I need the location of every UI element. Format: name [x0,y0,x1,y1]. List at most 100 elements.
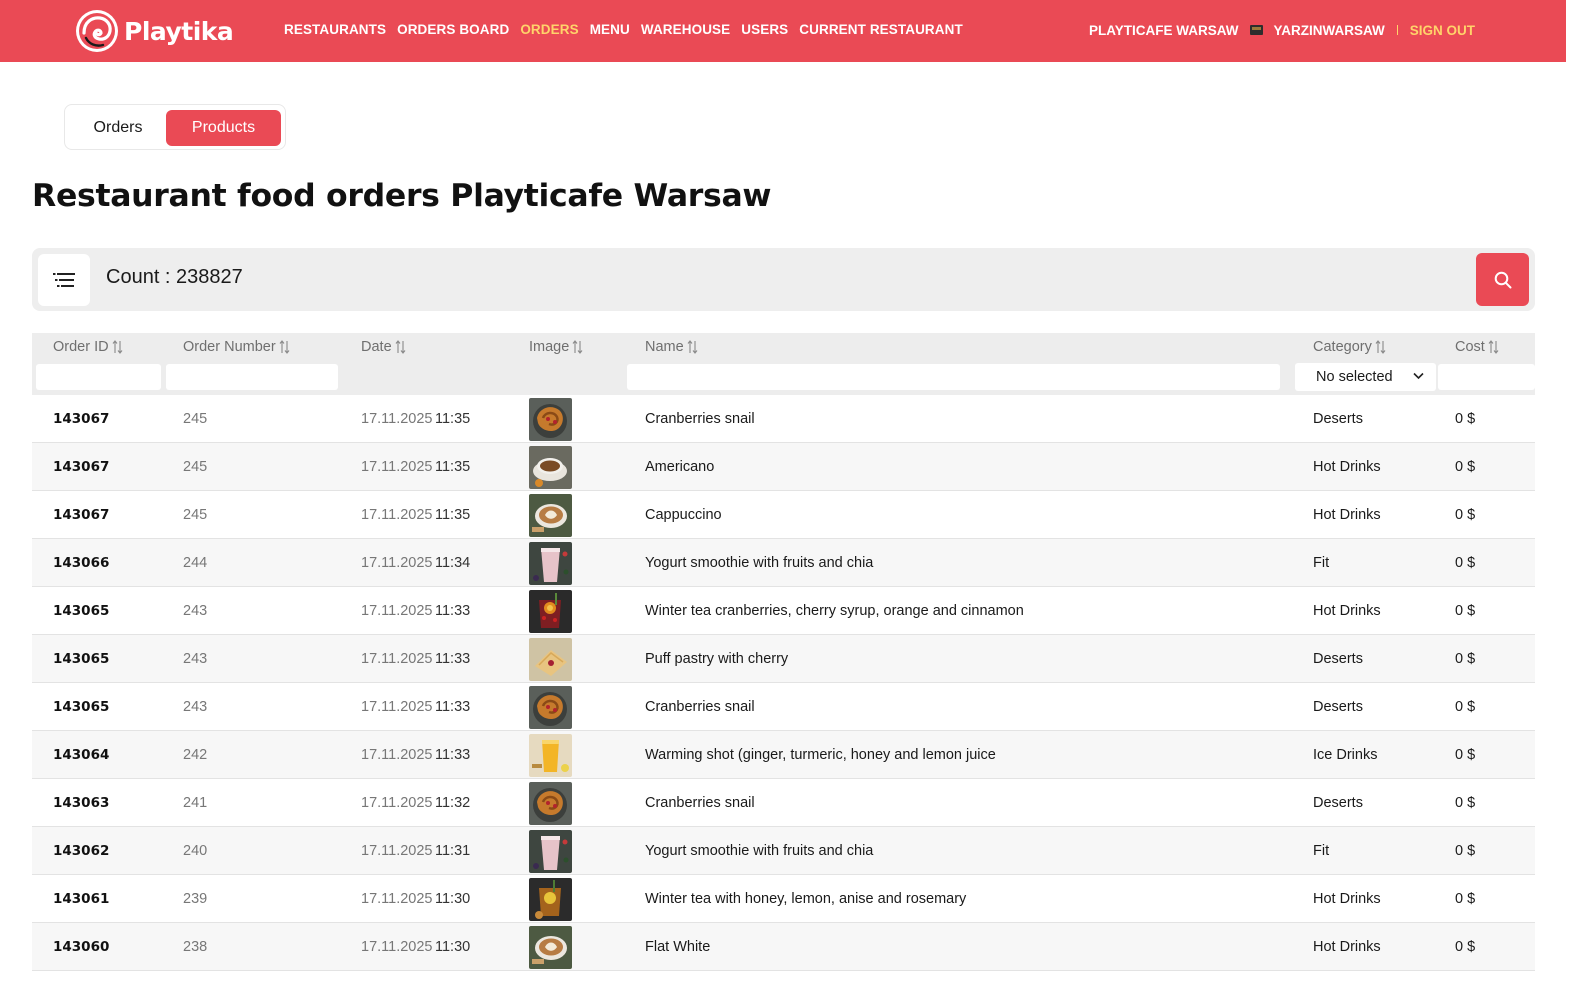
column-label: Category [1313,339,1372,355]
order-id-cell: 143064 [53,747,110,763]
date-cell: 17.11.2025 [361,411,433,427]
order-number-cell: 243 [183,651,208,667]
date-cell: 17.11.2025 [361,459,433,475]
column-header-date[interactable]: Date [361,339,406,355]
divider [1396,25,1398,35]
time-cell: 11:33 [435,603,471,619]
table-row[interactable]: 143061 239 17.11.2025 11:30 Winter tea with … [32,875,1535,923]
table-row[interactable]: 143060 238 17.11.2025 11:30 Flat White Hot Dr… [32,923,1535,971]
category-filter-value: No selected [1316,369,1393,385]
column-header-order-number[interactable]: Order Number [183,339,290,355]
results-count: Count : 238827 [106,266,243,288]
product-thumbnail[interactable] [529,541,572,585]
table-row[interactable]: 143065 243 17.11.2025 11:33 Cranberries snai… [32,683,1535,731]
page-title: Restaurant food orders Playticafe Warsaw [32,178,772,214]
nav-current-restaurant[interactable]: CURRENT RESTAURANT [799,22,963,37]
product-thumbnail[interactable] [529,637,572,681]
category-cell: Fit [1313,843,1330,859]
product-thumbnail[interactable] [529,733,572,777]
product-thumbnail[interactable] [529,781,572,825]
product-thumbnail[interactable] [529,829,572,873]
table-row[interactable]: 143067 245 17.11.2025 11:35 Cappuccino Hot Dr… [32,491,1535,539]
product-thumbnail[interactable] [529,445,572,489]
column-header-name[interactable]: Name [645,339,698,355]
table-row[interactable]: 143066 244 17.11.2025 11:34 Yogurt smoothie … [32,539,1535,587]
product-image-cell [529,779,572,827]
product-thumbnail[interactable] [529,589,572,633]
table-row[interactable]: 143067 245 17.11.2025 11:35 Cranberries snai… [32,395,1535,443]
order-id-cell: 143066 [53,555,110,571]
product-image-cell [529,635,572,683]
cost-filter-input[interactable] [1438,364,1535,390]
filter-toggle-button[interactable] [38,254,90,306]
nav-users[interactable]: USERS [741,22,788,37]
column-label: Date [361,339,392,355]
date-cell: 17.11.2025 [361,747,433,763]
product-image-cell [529,731,572,779]
table-row[interactable]: 143062 240 17.11.2025 11:31 Yogurt smoothie … [32,827,1535,875]
nav-orders-board[interactable]: ORDERS BOARD [397,22,509,37]
category-cell: Deserts [1313,699,1363,715]
product-name-cell: Puff pastry with cherry [645,651,789,667]
category-filter-select[interactable]: No selected [1295,363,1436,391]
playtika-logo[interactable]: Playtika [74,8,234,54]
order-id-cell: 143065 [53,699,110,715]
product-thumbnail[interactable] [529,877,572,921]
category-cell: Ice Drinks [1313,747,1378,763]
product-thumbnail[interactable] [529,493,572,537]
cost-cell: 0 $ [1455,795,1476,811]
product-name-cell: Winter tea cranberries, cherry syrup, or… [645,603,1024,619]
nav-orders[interactable]: ORDERS [520,22,578,37]
order-id-cell: 143060 [53,939,110,955]
toggle-products[interactable]: Products [166,110,281,146]
column-header-category[interactable]: Category [1313,339,1386,355]
nav-menu[interactable]: MENU [590,22,630,37]
date-cell: 17.11.2025 [361,651,433,667]
table-row[interactable]: 143064 242 17.11.2025 11:33 Warming shot (gi… [32,731,1535,779]
order-number-filter-input[interactable] [166,364,338,390]
sort-icon [279,340,290,354]
order-id-cell: 143062 [53,843,110,859]
column-label: Image [529,339,570,355]
table-row[interactable]: 143067 245 17.11.2025 11:35 Americano Hot Dri… [32,443,1535,491]
column-label: Name [645,339,684,355]
category-cell: Fit [1313,555,1330,571]
product-thumbnail[interactable] [529,685,572,729]
time-cell: 11:35 [435,507,471,523]
category-cell: Deserts [1313,651,1363,667]
order-id-filter-input[interactable] [36,364,161,390]
column-header-order-id[interactable]: Order ID [53,339,123,355]
filter-list-icon [53,273,75,287]
sort-icon [687,340,698,354]
time-cell: 11:31 [435,843,471,859]
table-row[interactable]: 143065 243 17.11.2025 11:33 Puff pastry with… [32,635,1535,683]
table-row[interactable]: 143065 243 17.11.2025 11:33 Winter tea cranb… [32,587,1535,635]
current-restaurant-name: PLAYTICAFE WARSAW [1089,22,1239,38]
order-number-cell: 243 [183,699,208,715]
column-label: Cost [1455,339,1485,355]
category-cell: Hot Drinks [1313,891,1381,907]
date-cell: 17.11.2025 [361,507,433,523]
cost-cell: 0 $ [1455,411,1476,427]
product-image-cell [529,443,572,491]
sign-out-link[interactable]: SIGN OUT [1410,23,1475,38]
nav-restaurants[interactable]: RESTAURANTS [284,22,386,37]
cost-cell: 0 $ [1455,459,1476,475]
main-nav: RESTAURANTS ORDERS BOARD ORDERS MENU WAR… [284,0,974,58]
toggle-orders[interactable]: Orders [70,110,166,146]
product-thumbnail[interactable] [529,397,572,441]
order-number-cell: 245 [183,459,208,475]
nav-warehouse[interactable]: WAREHOUSE [641,22,730,37]
top-navbar: Playtika RESTAURANTS ORDERS BOARD ORDERS… [0,0,1566,62]
cost-cell: 0 $ [1455,603,1476,619]
order-id-cell: 143063 [53,795,110,811]
product-thumbnail[interactable] [529,925,572,969]
table-row[interactable]: 143063 241 17.11.2025 11:32 Cranberries snai… [32,779,1535,827]
order-number-cell: 241 [183,795,208,811]
column-header-image[interactable]: Image [529,339,583,355]
order-number-cell: 240 [183,843,208,859]
name-filter-input[interactable] [627,364,1280,390]
search-button[interactable] [1476,253,1529,306]
date-cell: 17.11.2025 [361,555,433,571]
column-header-cost[interactable]: Cost [1455,339,1499,355]
